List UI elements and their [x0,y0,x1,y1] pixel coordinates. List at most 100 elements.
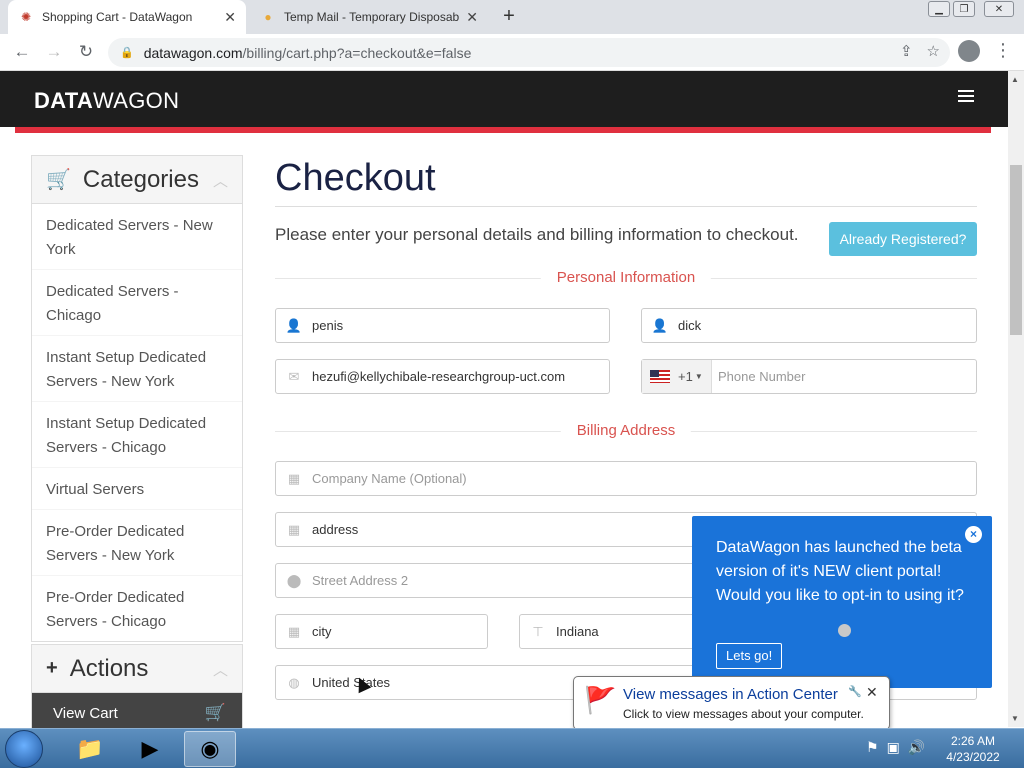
cart-icon: 🛒 [204,703,226,722]
phone-code: +1 [678,369,693,384]
tab-temp-mail[interactable]: ● Temp Mail - Temporary Disposab ✕ [250,0,488,34]
intro-text: Please enter your personal details and b… [275,225,799,244]
section-label: Billing Address [560,422,692,439]
back-icon[interactable]: ← [10,40,34,64]
categories-header[interactable]: 🛒 Categories ︿ [32,156,242,204]
media-player-icon[interactable]: ▶ [124,731,176,767]
menu-kebab-icon[interactable]: ⋮ [994,40,1012,61]
logo-light: WAGON [93,88,180,113]
bookmark-star-icon[interactable]: ☆ [927,42,940,60]
clock-time: 2:26 AM [950,734,996,748]
close-popup-icon[interactable]: × [965,526,982,543]
email-field[interactable]: ✉ hezufi@kellychibale-researchgroup-uct.c… [275,359,610,394]
gear-favicon-icon: ✺ [20,10,32,24]
envelope-icon: ✉ [288,368,300,384]
action-center-balloon[interactable]: 🚩 View messages in Action Center Click t… [573,676,890,730]
volume-icon[interactable]: 🔊 [908,739,925,756]
building-icon: ▦ [287,623,301,639]
hamburger-menu-icon[interactable] [958,90,974,105]
last-name-field[interactable]: 👤 dick [641,308,977,343]
minimize-icon[interactable]: ▁ [928,1,950,17]
building-icon: ▦ [287,470,301,486]
category-item[interactable]: Pre-Order Dedicated Servers - New York [32,510,242,576]
title-divider [275,206,977,207]
mail-favicon-icon: ● [264,10,272,24]
close-balloon-icon[interactable]: ✕ [866,684,878,701]
category-item[interactable]: Instant Setup Dedicated Servers - Chicag… [32,402,242,468]
close-tab-icon[interactable]: ✕ [224,9,236,26]
network-icon[interactable]: ▣ [887,739,900,756]
personal-info-section: Personal Information [275,269,977,289]
scroll-up-icon[interactable]: ▲ [1011,75,1019,84]
category-item[interactable]: Dedicated Servers - New York [32,204,242,270]
phone-placeholder: Phone Number [718,369,806,384]
category-item[interactable]: Dedicated Servers - Chicago [32,270,242,336]
cart-icon: 🛒 [46,169,71,191]
phone-field[interactable]: +1 ▼ Phone Number [641,359,977,394]
chrome-icon[interactable]: ◉ [184,731,236,767]
map-marker-icon: ⬤ [286,572,302,588]
chevron-up-icon[interactable]: ︿ [213,170,228,191]
view-cart-label: View Cart [53,704,118,722]
user-icon: 👤 [285,317,303,333]
file-explorer-icon[interactable]: 📁 [64,731,116,767]
company-name-field[interactable]: ▦ Company Name (Optional) [275,461,977,496]
profile-avatar-icon[interactable] [958,40,980,62]
category-item[interactable]: Instant Setup Dedicated Servers - New Yo… [32,336,242,402]
browser-tabstrip: ✺ Shopping Cart - DataWagon ✕ ● Temp Mai… [0,0,1024,34]
caret-down-icon: ▼ [694,372,703,381]
tab-title: Shopping Cart - DataWagon [42,10,193,24]
building-icon: ▦ [287,521,301,537]
windows-taskbar: 📁 ▶ ◉ ⚑ ▣ 🔊 2:26 AM 4/23/2022 [0,728,1024,768]
datawagon-logo[interactable]: DATAWAGON [34,88,179,114]
lets-go-button[interactable]: Lets go! [716,643,783,669]
actions-panel: + Actions ︿ View Cart 🛒 [31,644,243,734]
clock[interactable]: 2:26 AM 4/23/2022 [938,733,1008,765]
signpost-icon: ⊤ [532,623,544,639]
balloon-title: View messages in Action Center [623,686,838,703]
action-center-tray-icon[interactable]: ⚑ [866,739,879,756]
billing-address-section: Billing Address [275,422,977,442]
forward-icon[interactable]: → [42,40,66,64]
browser-toolbar: ← → ↻ 🔒 datawagon.com/billing/cart.php?a… [0,34,1024,71]
category-item[interactable]: Virtual Servers [32,468,242,510]
globe-icon: ◍ [288,674,300,690]
new-tab-icon[interactable]: + [498,5,520,27]
city-field[interactable]: ▦ city [275,614,488,649]
scroll-down-icon[interactable]: ▼ [1011,714,1019,723]
logo-bold: DATA [34,88,94,113]
system-tray: ⚑ ▣ 🔊 [866,739,925,756]
scrollbar-thumb[interactable] [1010,165,1022,335]
user-icon: 👤 [651,317,669,333]
accent-bar [15,127,991,133]
url-host: datawagon.com [143,44,243,61]
chevron-up-icon[interactable]: ︿ [213,659,228,680]
loading-spinner-icon [838,624,851,637]
country-code-selector[interactable]: +1 ▼ [642,360,712,393]
action-center-flag-icon: 🚩 [584,685,617,715]
site-header: DATAWAGON [0,71,1008,127]
category-item[interactable]: Pre-Order Dedicated Servers - Chicago [32,576,242,641]
tab-shopping-cart[interactable]: ✺ Shopping Cart - DataWagon ✕ [8,0,246,34]
tab-title: Temp Mail - Temporary Disposab [284,10,460,24]
section-label: Personal Information [540,269,712,286]
beta-portal-popup: × DataWagon has launched the beta versio… [692,516,992,688]
address-bar[interactable]: 🔒 datawagon.com/billing/cart.php?a=check… [108,38,950,67]
start-button-icon[interactable] [5,730,43,768]
page-scrollbar[interactable]: ▲ ▼ [1008,71,1024,727]
plus-icon: + [46,657,58,679]
categories-panel: 🛒 Categories ︿ Dedicated Servers - New Y… [31,155,243,642]
first-name-field[interactable]: 👤 penis [275,308,610,343]
close-tab-icon[interactable]: ✕ [466,9,478,26]
share-icon[interactable]: ⇪ [900,42,913,60]
actions-title: Actions [69,654,149,682]
wrench-icon[interactable]: 🔧 [848,685,862,698]
restore-icon[interactable]: ❐ [953,1,975,17]
lock-icon: 🔒 [120,47,134,59]
close-window-icon[interactable]: ✕ [984,1,1014,17]
actions-header[interactable]: + Actions ︿ [32,645,242,693]
us-flag-icon [650,370,670,383]
view-cart-button[interactable]: View Cart 🛒 [32,693,242,733]
already-registered-button[interactable]: Already Registered? [829,222,977,256]
reload-icon[interactable]: ↻ [74,40,98,64]
